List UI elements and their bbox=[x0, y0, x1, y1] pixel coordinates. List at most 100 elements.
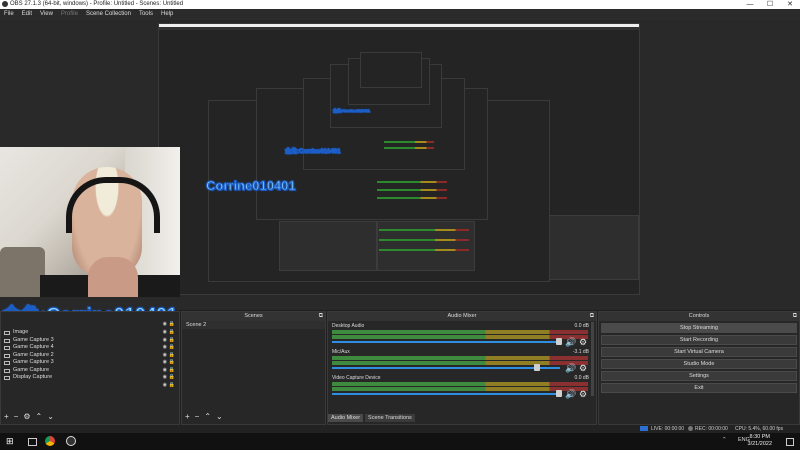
move-source-down-button[interactable]: ⌄ bbox=[47, 412, 54, 421]
visibility-icon[interactable]: ◉ bbox=[163, 321, 167, 329]
source-item[interactable]: Game Capture 3 ◉ 🔒 bbox=[1, 359, 179, 367]
lock-icon[interactable]: 🔒 bbox=[169, 329, 175, 337]
visibility-icon[interactable]: ◉ bbox=[163, 374, 167, 382]
menu-tools[interactable]: Tools bbox=[135, 9, 157, 20]
menu-scene-collection[interactable]: Scene Collection bbox=[82, 9, 135, 20]
sources-dock: ◉ 🔒 Image ◉ 🔒 Game Capture 3 ◉ 🔒 Game Ca… bbox=[0, 311, 180, 425]
exit-button[interactable]: Exit bbox=[601, 383, 797, 393]
float-dock-icon[interactable]: ⧉ bbox=[319, 312, 323, 321]
source-item[interactable]: Game Capture 3 ◉ 🔒 bbox=[1, 337, 179, 345]
visibility-icon[interactable]: ◉ bbox=[163, 329, 167, 337]
source-item[interactable]: Game Capture 2 ◉ 🔒 bbox=[1, 352, 179, 360]
volume-slider-knob[interactable] bbox=[556, 390, 562, 397]
menu-file[interactable]: File bbox=[0, 9, 18, 20]
move-source-up-button[interactable]: ⌃ bbox=[36, 412, 43, 421]
lock-icon[interactable]: 🔒 bbox=[169, 337, 175, 345]
mixer-channel-desktop-audio: Desktop Audio 0.0 dB 🔊 ⚙ bbox=[328, 323, 592, 349]
menu-edit[interactable]: Edit bbox=[18, 9, 36, 20]
tab-audio-mixer[interactable]: Audio Mixer bbox=[328, 414, 364, 422]
minimize-button[interactable]: — bbox=[740, 0, 760, 9]
source-item[interactable]: ◉ 🔒 bbox=[1, 321, 179, 329]
system-clock[interactable]: 8:30 PM 3/21/2022 bbox=[748, 434, 772, 448]
volume-slider-knob[interactable] bbox=[533, 364, 540, 371]
window-titlebar: OBS 27.1.3 (64-bit, windows) - Profile: … bbox=[0, 0, 800, 9]
visibility-icon[interactable]: ◉ bbox=[163, 337, 167, 345]
scene-item[interactable]: Scene 2 bbox=[182, 321, 325, 329]
remove-source-button[interactable]: − bbox=[14, 412, 19, 421]
speaker-icon[interactable]: 🔊 bbox=[565, 337, 576, 348]
status-bar: LIVE: 00:00:00 REC: 00:00:00 CPU: 5.4%, … bbox=[0, 425, 800, 433]
source-item[interactable]: Image ◉ 🔒 bbox=[1, 329, 179, 337]
float-dock-icon[interactable]: ⧉ bbox=[590, 312, 594, 321]
lock-icon[interactable]: 🔒 bbox=[169, 374, 175, 382]
volume-slider-knob[interactable] bbox=[556, 338, 562, 345]
game-capture-icon bbox=[4, 368, 10, 373]
clock-date: 3/21/2022 bbox=[747, 441, 772, 447]
menu-profile[interactable]: Profile bbox=[57, 9, 82, 20]
source-properties-gear-icon[interactable]: ⚙ bbox=[23, 412, 30, 421]
controls-dock: Controls ⧉ Stop Streaming Start Recordin… bbox=[598, 311, 800, 425]
menu-help[interactable]: Help bbox=[157, 9, 177, 20]
speaker-icon[interactable]: 🔊 bbox=[565, 363, 576, 374]
lock-icon[interactable]: 🔒 bbox=[169, 367, 175, 375]
mixer-title: Audio Mixer bbox=[447, 313, 477, 319]
gear-icon[interactable]: ⚙ bbox=[579, 337, 587, 348]
dock-area: ◉ 🔒 Image ◉ 🔒 Game Capture 3 ◉ 🔒 Game Ca… bbox=[0, 311, 800, 425]
menu-view[interactable]: View bbox=[36, 9, 57, 20]
mixer-dock-header: Audio Mixer ⧉ bbox=[328, 312, 596, 321]
studio-mode-button[interactable]: Studio Mode bbox=[601, 359, 797, 369]
notification-icon[interactable] bbox=[786, 438, 794, 446]
controls-title: Controls bbox=[688, 313, 710, 319]
visibility-icon[interactable]: ◉ bbox=[163, 344, 167, 352]
scenes-title: Scenes bbox=[244, 313, 263, 319]
volume-slider[interactable] bbox=[332, 393, 560, 395]
obs-logo-icon bbox=[2, 1, 8, 7]
visibility-icon[interactable]: ◉ bbox=[163, 382, 167, 390]
source-item[interactable]: Game Capture 4 ◉ 🔒 bbox=[1, 344, 179, 352]
controls-dock-header: Controls ⧉ bbox=[599, 312, 799, 321]
start-recording-button[interactable]: Start Recording bbox=[601, 335, 797, 345]
source-item[interactable]: Game Capture ◉ 🔒 bbox=[1, 367, 179, 375]
volume-slider[interactable] bbox=[332, 367, 560, 369]
gear-icon[interactable]: ⚙ bbox=[579, 389, 587, 400]
close-button[interactable]: ✕ bbox=[780, 0, 800, 9]
speaker-icon[interactable]: 🔊 bbox=[565, 389, 576, 400]
move-scene-up-button[interactable]: ⌃ bbox=[204, 412, 211, 421]
settings-button[interactable]: Settings bbox=[601, 371, 797, 381]
add-scene-button[interactable]: + bbox=[185, 412, 190, 421]
visibility-icon[interactable]: ◉ bbox=[163, 352, 167, 360]
sources-toolbar: + − ⚙ ⌃ ⌄ bbox=[4, 412, 54, 421]
mixer-scrollbar[interactable] bbox=[591, 322, 594, 396]
remove-scene-button[interactable]: − bbox=[195, 412, 200, 421]
gear-icon[interactable]: ⚙ bbox=[579, 363, 587, 374]
visibility-icon[interactable]: ◉ bbox=[163, 367, 167, 375]
stop-streaming-button[interactable]: Stop Streaming bbox=[601, 323, 797, 333]
chrome-icon[interactable] bbox=[45, 436, 55, 446]
start-virtual-camera-button[interactable]: Start Virtual Camera bbox=[601, 347, 797, 357]
channel-name: Mic/Aux bbox=[332, 349, 350, 355]
tab-scene-transitions[interactable]: Scene Transitions bbox=[365, 414, 415, 422]
lock-icon[interactable]: 🔒 bbox=[169, 352, 175, 360]
add-source-button[interactable]: + bbox=[4, 412, 9, 421]
lock-icon[interactable]: 🔒 bbox=[169, 344, 175, 352]
task-view-icon[interactable] bbox=[28, 438, 37, 446]
tray-chevron-icon[interactable]: ⌃ bbox=[722, 437, 727, 443]
float-dock-icon[interactable]: ⧉ bbox=[793, 312, 797, 321]
volume-meter bbox=[332, 387, 588, 391]
webcam-feed bbox=[0, 147, 180, 297]
lock-icon[interactable]: 🔒 bbox=[169, 321, 175, 329]
scenes-toolbar: + − ⌃ ⌄ bbox=[185, 412, 223, 421]
volume-meter bbox=[332, 356, 588, 360]
move-scene-down-button[interactable]: ⌄ bbox=[216, 412, 223, 421]
obs-taskbar-icon[interactable] bbox=[66, 436, 76, 446]
maximize-button[interactable]: ☐ bbox=[760, 0, 780, 9]
lock-icon[interactable]: 🔒 bbox=[169, 382, 175, 390]
lock-icon[interactable]: 🔒 bbox=[169, 359, 175, 367]
channel-db: 0.0 dB bbox=[574, 323, 589, 329]
source-item[interactable]: Display Capture ◉ 🔒 bbox=[1, 374, 179, 382]
volume-slider[interactable] bbox=[332, 341, 560, 343]
volume-meter bbox=[332, 382, 588, 386]
windows-start-icon[interactable]: ⊞ bbox=[6, 436, 14, 447]
source-item[interactable]: ◉ 🔒 bbox=[1, 382, 179, 390]
visibility-icon[interactable]: ◉ bbox=[163, 359, 167, 367]
